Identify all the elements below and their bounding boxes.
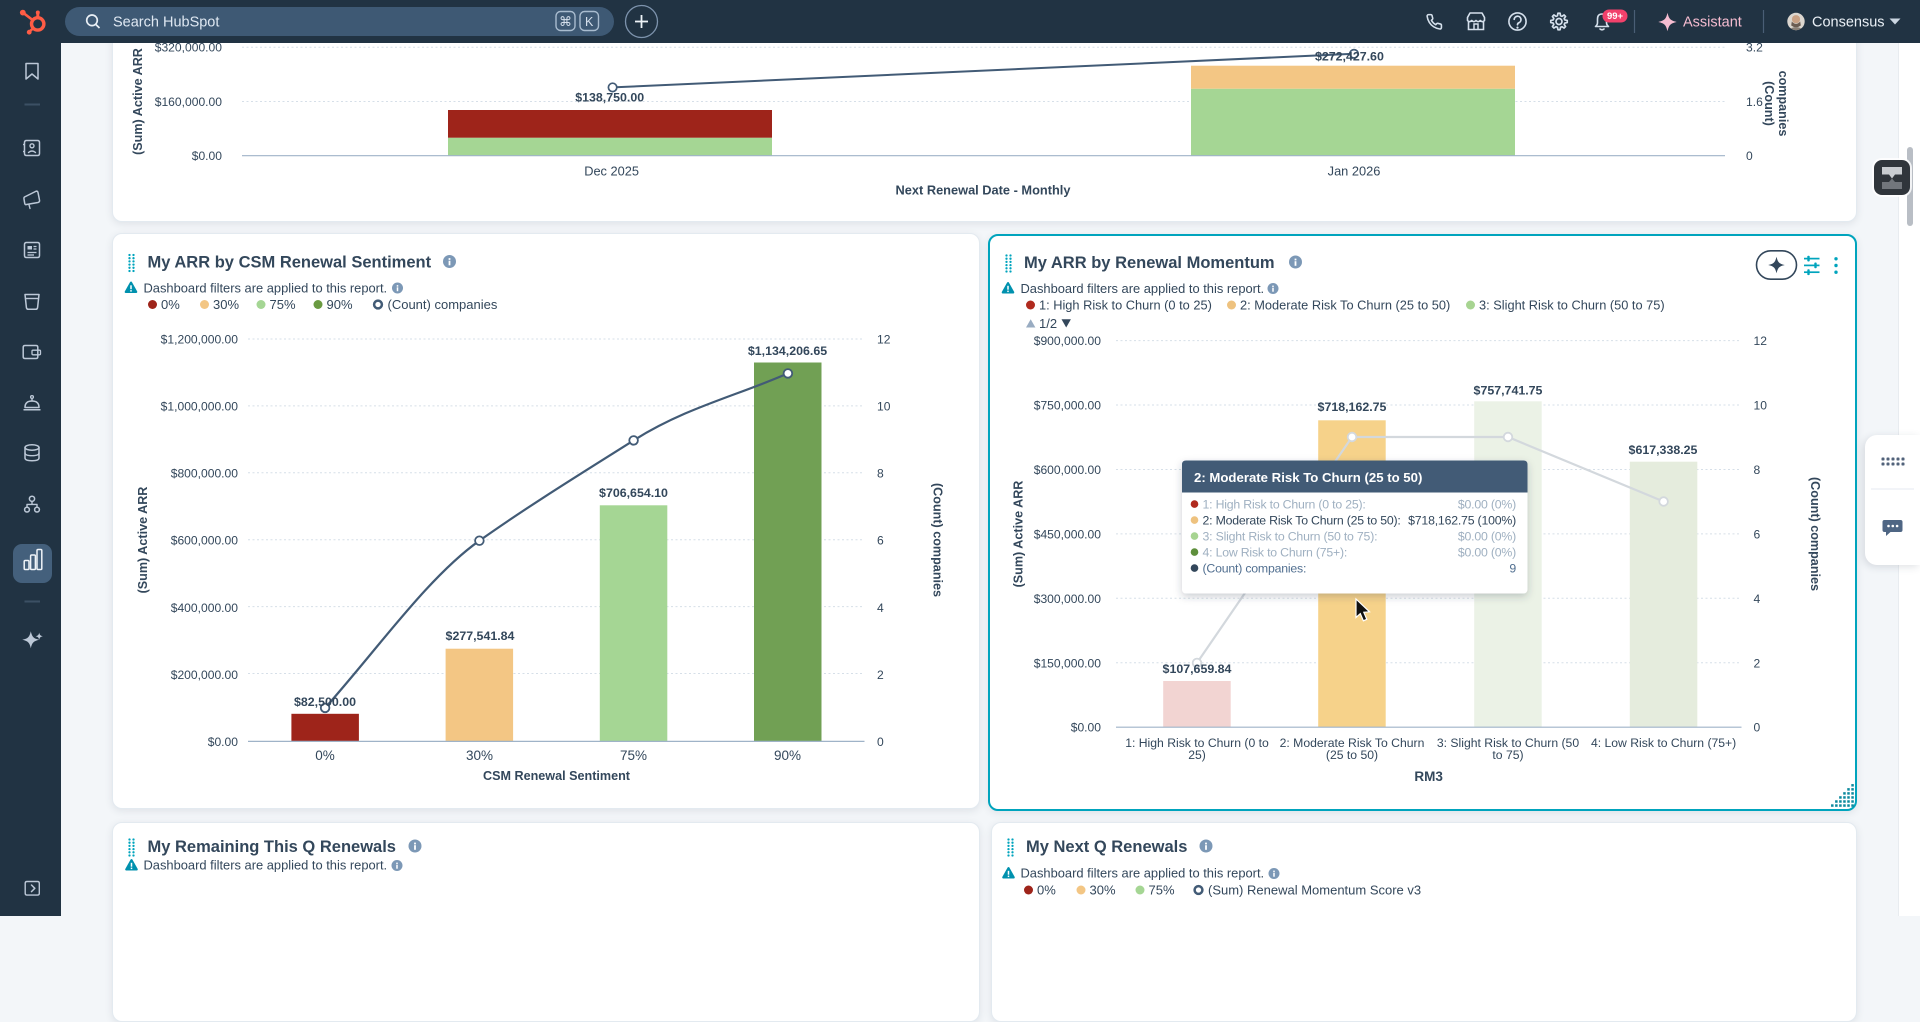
svg-text:⌘: ⌘ bbox=[559, 14, 572, 29]
svg-text:Search HubSpot: Search HubSpot bbox=[113, 15, 219, 31]
svg-text:Assistant: Assistant bbox=[1683, 15, 1742, 31]
svg-text:99+: 99+ bbox=[1607, 11, 1624, 22]
svg-text:Consensus: Consensus bbox=[1812, 15, 1885, 31]
svg-text:K: K bbox=[585, 15, 594, 29]
